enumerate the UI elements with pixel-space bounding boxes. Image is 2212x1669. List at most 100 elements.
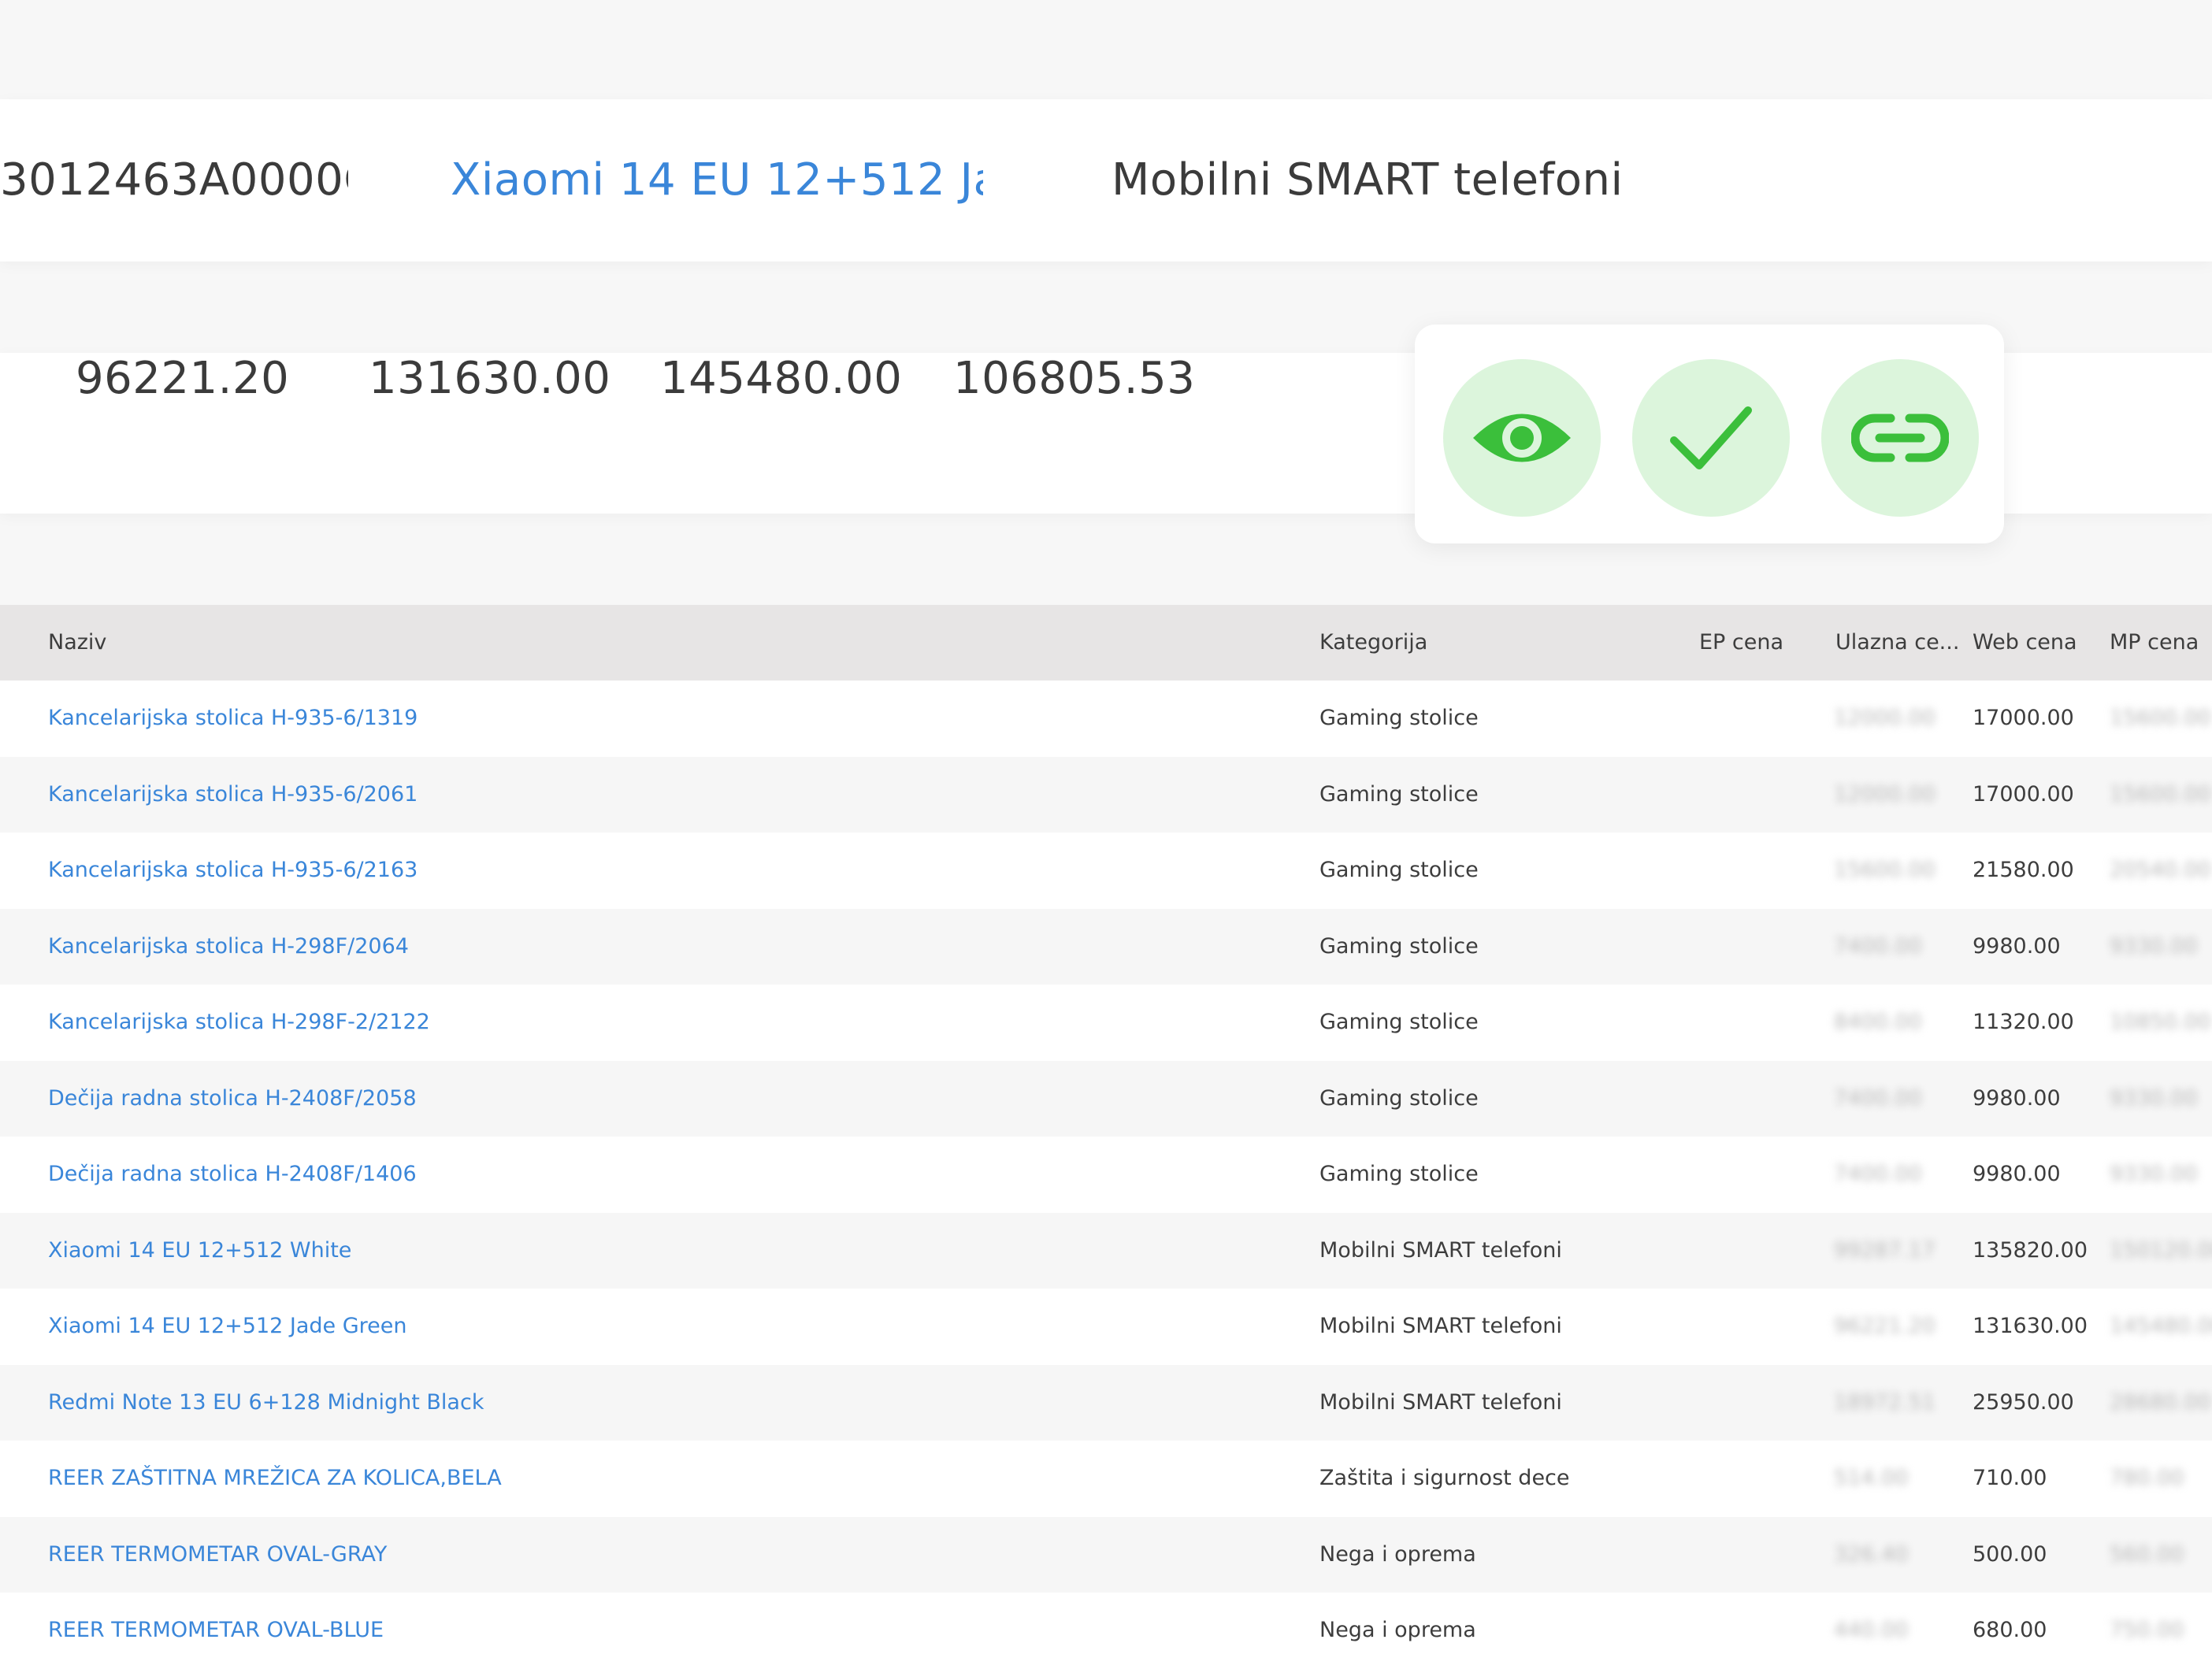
table-body: Kancelarijska stolica H-935-6/1319 Gaming…	[0, 681, 2212, 1669]
column-header-name[interactable]: Naziv	[48, 630, 106, 655]
input-price-cell: 7400.00	[1834, 1085, 1922, 1111]
table-row[interactable]: Kancelarijska stolica H-298F-2/2122 Gamin…	[0, 985, 2212, 1061]
product-name-link[interactable]: Xiaomi 14 EU 12+512 Jade Green	[48, 1314, 407, 1338]
table-row[interactable]: Kancelarijska stolica H-935-6/2163 Gaming…	[0, 833, 2212, 909]
product-name-link[interactable]: Xiaomi 14 EU 12+512 White	[48, 1238, 351, 1263]
input-price-cell: 18972.51	[1834, 1389, 1936, 1415]
category-cell: Gaming stolice	[1319, 858, 1479, 882]
product-name-link[interactable]: Redmi Note 13 EU 6+128 Midnight Black	[48, 1390, 484, 1415]
table-row[interactable]: Xiaomi 14 EU 12+512 Jade Green Mobilni SM…	[0, 1289, 2212, 1365]
mp-price-cell: 145480.00	[2110, 1314, 2212, 1338]
table-row[interactable]: REER TERMOMETAR OVAL-GRAY Nega i oprema 32…	[0, 1516, 2212, 1593]
mp-price-cell: 9330.00	[2110, 1085, 2198, 1111]
mp-price-cell: 10850.00	[2110, 1010, 2211, 1034]
web-price-cell: 11320.00	[1973, 1010, 2074, 1034]
input-price-cell: 326.40	[1834, 1541, 1909, 1567]
input-price-cell: 440.00	[1834, 1618, 1909, 1642]
mp-price-cell: 780.00	[2110, 1466, 2184, 1490]
category-cell: Gaming stolice	[1319, 706, 1479, 730]
mp-price-cell: 28680.00	[2110, 1389, 2211, 1415]
web-price-cell: 9980.00	[1973, 1085, 2061, 1111]
web-price-cell: 25950.00	[1973, 1389, 2074, 1415]
mp-price-cell: 750.00	[2110, 1618, 2184, 1642]
product-table: Naziv Kategorija EP cena Ulazna ce... We…	[0, 605, 2212, 1669]
product-name-link[interactable]: Dečija radna stolica H-2408F/1406	[48, 1162, 417, 1186]
table-row[interactable]: Xiaomi 14 EU 12+512 White Mobilni SMART t…	[0, 1212, 2212, 1289]
input-price-cell: 12000.00	[1834, 781, 1936, 807]
mp-price-cell: 15600.00	[2110, 706, 2211, 730]
category-cell: Gaming stolice	[1319, 1162, 1479, 1186]
mp-price-cell: 560.00	[2110, 1541, 2184, 1567]
column-header-input-price[interactable]: Ulazna ce...	[1835, 630, 1959, 655]
input-price-cell: 7400.00	[1834, 933, 1922, 959]
column-header-ep-price[interactable]: EP cena	[1699, 630, 1783, 655]
check-icon	[1670, 406, 1752, 469]
mp-price-cell: 150120.00	[2110, 1237, 2212, 1263]
mp-price-cell: 15600.00	[2110, 781, 2211, 807]
product-name-link[interactable]: REER ZAŠTITNA MREŽICA ZA KOLICA,BELA	[48, 1466, 502, 1490]
price-value-3: 145480.00	[660, 353, 903, 404]
column-header-web-price[interactable]: Web cena	[1973, 630, 2077, 655]
table-header: Naziv Kategorija EP cena Ulazna ce... We…	[0, 605, 2212, 681]
table-row[interactable]: Kancelarijska stolica H-298F/2064 Gaming …	[0, 908, 2212, 985]
mp-price-cell: 20540.00	[2110, 858, 2211, 882]
category-cell: Gaming stolice	[1319, 781, 1479, 807]
price-value-2: 131630.00	[369, 353, 611, 404]
table-row[interactable]: Kancelarijska stolica H-935-6/2061 Gaming…	[0, 756, 2212, 833]
input-price-cell: 7400.00	[1834, 1162, 1922, 1186]
selected-product-row: 3012463A0000C Xiaomi 14 EU 12+512 Jac Mo…	[0, 99, 2212, 261]
product-name-link[interactable]: Kancelarijska stolica H-298F-2/2122	[48, 1010, 430, 1034]
product-name-link[interactable]: Dečija radna stolica H-2408F/2058	[48, 1086, 417, 1111]
product-name-link[interactable]: Kancelarijska stolica H-298F/2064	[48, 934, 409, 959]
category-cell: Mobilni SMART telefoni	[1319, 1389, 1562, 1415]
category-cell: Nega i oprema	[1319, 1541, 1476, 1567]
web-price-cell: 135820.00	[1973, 1237, 2088, 1263]
product-sku: 3012463A0000C	[0, 154, 348, 206]
table-row[interactable]: Dečija radna stolica H-2408F/1406 Gaming …	[0, 1137, 2212, 1213]
product-name-link[interactable]: REER TERMOMETAR OVAL-BLUE	[48, 1618, 384, 1642]
price-value-1: 96221.20	[76, 353, 290, 404]
product-name-link[interactable]: Kancelarijska stolica H-935-6/1319	[48, 706, 418, 730]
category-cell: Zaštita i sigurnost dece	[1319, 1466, 1570, 1490]
price-value-4: 106805.53	[953, 353, 1196, 404]
action-card	[1415, 325, 2004, 543]
table-row[interactable]: Redmi Note 13 EU 6+128 Midnight Black Mob…	[0, 1364, 2212, 1441]
product-name-link[interactable]: Kancelarijska stolica H-935-6/2061	[48, 782, 418, 807]
web-price-cell: 680.00	[1973, 1618, 2047, 1642]
category-cell: Gaming stolice	[1319, 1085, 1479, 1111]
product-name-link[interactable]: REER TERMOMETAR OVAL-GRAY	[48, 1542, 387, 1567]
table-row[interactable]: Dečija radna stolica H-2408F/2058 Gaming …	[0, 1060, 2212, 1137]
table-row[interactable]: Kancelarijska stolica H-935-6/1319 Gaming…	[0, 681, 2212, 757]
mp-price-cell: 9330.00	[2110, 933, 2198, 959]
input-price-cell: 12000.00	[1834, 706, 1936, 730]
category-cell: Mobilni SMART telefoni	[1319, 1237, 1562, 1263]
table-row[interactable]: REER ZAŠTITNA MREŽICA ZA KOLICA,BELA Zašt…	[0, 1441, 2212, 1517]
input-price-cell: 99287.17	[1834, 1237, 1936, 1263]
web-price-cell: 9980.00	[1973, 1162, 2061, 1186]
product-name-link[interactable]: Xiaomi 14 EU 12+512 Jac	[451, 154, 983, 206]
product-name-link[interactable]: Kancelarijska stolica H-935-6/2163	[48, 858, 418, 882]
web-price-cell: 500.00	[1973, 1541, 2047, 1567]
column-header-category[interactable]: Kategorija	[1319, 630, 1427, 655]
column-header-mp-price[interactable]: MP cena	[2110, 630, 2199, 655]
mp-price-cell: 9330.00	[2110, 1162, 2198, 1186]
product-category: Mobilni SMART telefoni	[1112, 154, 1624, 206]
web-price-cell: 17000.00	[1973, 706, 2074, 730]
category-cell: Nega i oprema	[1319, 1618, 1476, 1642]
input-price-cell: 8400.00	[1834, 1010, 1922, 1034]
category-cell: Gaming stolice	[1319, 933, 1479, 959]
table-row[interactable]: REER TERMOMETAR OVAL-BLUE Nega i oprema 44…	[0, 1593, 2212, 1669]
link-button[interactable]	[1821, 359, 1979, 517]
eye-icon	[1473, 414, 1571, 462]
category-cell: Mobilni SMART telefoni	[1319, 1314, 1562, 1338]
link-icon	[1851, 414, 1949, 462]
approve-button[interactable]	[1632, 359, 1790, 517]
category-cell: Gaming stolice	[1319, 1010, 1479, 1034]
input-price-cell: 514.00	[1834, 1466, 1909, 1490]
web-price-cell: 21580.00	[1973, 858, 2074, 882]
web-price-cell: 17000.00	[1973, 781, 2074, 807]
web-price-cell: 710.00	[1973, 1466, 2047, 1490]
view-button[interactable]	[1443, 359, 1601, 517]
web-price-cell: 131630.00	[1973, 1314, 2088, 1338]
input-price-cell: 15600.00	[1834, 858, 1936, 882]
